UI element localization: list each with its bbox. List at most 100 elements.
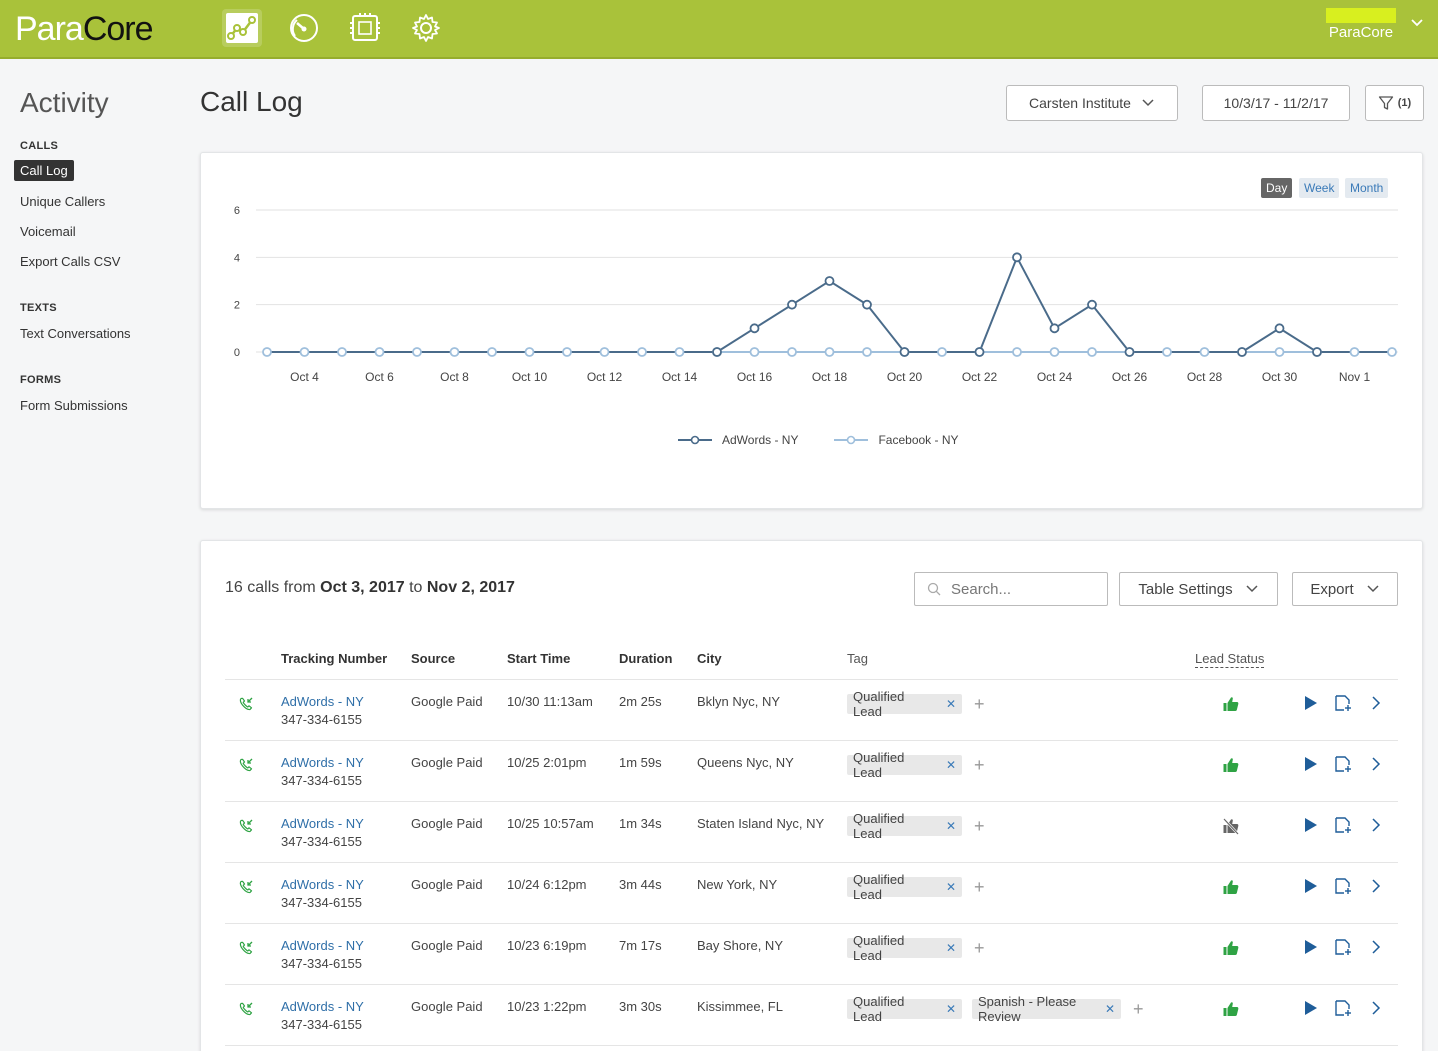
user-menu[interactable]: ParaCore xyxy=(1326,8,1396,41)
column-header-lead-status[interactable]: Lead Status xyxy=(1195,651,1265,668)
start-time-cell: 10/23 6:19pm xyxy=(507,938,587,953)
data-point-facebook xyxy=(374,347,385,357)
tag-chip: Qualified Lead ✕ xyxy=(847,933,962,963)
source-cell: Google Paid xyxy=(411,694,483,709)
data-point-facebook xyxy=(1012,347,1022,357)
data-point-facebook xyxy=(1049,347,1060,357)
add-note-icon[interactable] xyxy=(1333,937,1353,957)
chevron-right-icon[interactable] xyxy=(1368,755,1384,773)
add-note-icon[interactable] xyxy=(1333,815,1353,835)
remove-tag-icon[interactable]: ✕ xyxy=(946,1002,956,1016)
tracking-source-link[interactable]: AdWords - NY xyxy=(281,816,364,831)
search-field[interactable] xyxy=(914,572,1108,606)
x-tick-label: Oct 20 xyxy=(887,370,923,384)
thumbs-up-icon[interactable] xyxy=(1221,999,1241,1019)
call-volume-chart: 0 2 4 6 Oct 4 Oct 6 Oct 8 Oct 10 Oct 12 Oct 14 Oct… xyxy=(234,205,1398,384)
speedometer-icon xyxy=(290,14,318,42)
duration-cell: 3m 44s xyxy=(619,877,662,892)
add-tag-icon[interactable]: + xyxy=(1133,1000,1144,1018)
add-tag-icon[interactable]: + xyxy=(974,817,985,835)
add-note-icon[interactable] xyxy=(1333,998,1353,1018)
add-tag-icon[interactable]: + xyxy=(974,878,985,896)
x-tick-label: Oct 26 xyxy=(1112,370,1148,384)
add-note-icon[interactable] xyxy=(1333,754,1353,774)
data-point-facebook xyxy=(637,347,647,357)
tracking-source-link[interactable]: AdWords - NY xyxy=(281,694,364,709)
sidebar-item-text-conversations[interactable]: Text Conversations xyxy=(20,326,131,341)
play-recording-icon[interactable] xyxy=(1302,694,1320,712)
thumbs-up-icon[interactable] xyxy=(1221,694,1241,714)
chevron-right-icon[interactable] xyxy=(1368,816,1384,834)
tracking-number: 347-334-6155 xyxy=(281,712,362,727)
nav-integrations-button[interactable] xyxy=(345,9,385,47)
export-button[interactable]: Export xyxy=(1292,572,1398,606)
remove-tag-icon[interactable]: ✕ xyxy=(946,819,956,833)
nav-analytics-button[interactable] xyxy=(222,9,262,47)
sidebar-item-unique-callers[interactable]: Unique Callers xyxy=(20,194,105,209)
add-note-icon[interactable] xyxy=(1333,693,1353,713)
thumbs-up-icon[interactable] xyxy=(1221,877,1241,897)
sidebar-item-export-calls-csv[interactable]: Export Calls CSV xyxy=(20,254,120,269)
chevron-right-icon[interactable] xyxy=(1368,877,1384,895)
column-header-source[interactable]: Source xyxy=(411,651,455,666)
thumbs-up-icon[interactable] xyxy=(1221,938,1241,958)
play-recording-icon[interactable] xyxy=(1302,755,1320,773)
nav-dashboard-button[interactable] xyxy=(284,9,324,47)
sidebar-item-voicemail[interactable]: Voicemail xyxy=(20,224,76,239)
tracking-source-link[interactable]: AdWords - NY xyxy=(281,999,364,1014)
table-settings-button[interactable]: Table Settings xyxy=(1119,572,1278,606)
sidebar-item-call-log[interactable]: Call Log xyxy=(14,160,74,181)
chevron-right-icon[interactable] xyxy=(1368,694,1384,712)
tag-label: Qualified Lead xyxy=(853,933,905,963)
column-header-tracking-number[interactable]: Tracking Number xyxy=(281,651,387,666)
remove-tag-icon[interactable]: ✕ xyxy=(946,758,956,772)
tracking-source-link[interactable]: AdWords - NY xyxy=(281,938,364,953)
table-divider xyxy=(225,984,1398,985)
data-point-facebook xyxy=(337,347,347,357)
column-header-duration[interactable]: Duration xyxy=(619,651,672,666)
chevron-right-icon[interactable] xyxy=(1368,938,1384,956)
play-recording-icon[interactable] xyxy=(1302,877,1320,895)
data-point-facebook xyxy=(1349,347,1360,357)
column-header-city[interactable]: City xyxy=(697,651,722,666)
chevron-down-icon[interactable] xyxy=(1410,18,1424,28)
remove-tag-icon[interactable]: ✕ xyxy=(946,697,956,711)
chevron-right-icon[interactable] xyxy=(1368,999,1384,1017)
table-divider xyxy=(225,801,1398,802)
column-header-start-time[interactable]: Start Time xyxy=(507,651,570,666)
gear-icon xyxy=(412,14,440,42)
play-recording-icon[interactable] xyxy=(1302,816,1320,834)
account-select-value: Carsten Institute xyxy=(1029,95,1131,111)
thumbs-up-icon[interactable] xyxy=(1221,755,1241,775)
paracore-logo[interactable]: ParaCore xyxy=(15,10,154,49)
add-tag-icon[interactable]: + xyxy=(974,939,985,957)
account-select[interactable]: Carsten Institute xyxy=(1006,85,1178,121)
sidebar-item-form-submissions[interactable]: Form Submissions xyxy=(20,398,128,413)
remove-tag-icon[interactable]: ✕ xyxy=(1105,1002,1115,1016)
date-range-picker[interactable]: 10/3/17 - 11/2/17 xyxy=(1202,85,1350,121)
summary-prefix: 16 calls from xyxy=(225,579,321,596)
nav-settings-button[interactable] xyxy=(406,9,446,47)
tracking-source-link[interactable]: AdWords - NY xyxy=(281,755,364,770)
column-header-tag: Tag xyxy=(847,651,868,666)
add-tag-icon[interactable]: + xyxy=(974,695,985,713)
table-divider xyxy=(225,923,1398,924)
tag-chip: Qualified Lead ✕ xyxy=(847,872,962,902)
play-recording-icon[interactable] xyxy=(1302,999,1320,1017)
play-recording-icon[interactable] xyxy=(1302,938,1320,956)
data-point-facebook xyxy=(824,347,835,357)
remove-tag-icon[interactable]: ✕ xyxy=(946,941,956,955)
lead-not-rated-icon[interactable] xyxy=(1221,816,1241,836)
source-cell: Google Paid xyxy=(411,938,483,953)
data-point-facebook xyxy=(862,347,872,357)
tracking-source-link[interactable]: AdWords - NY xyxy=(281,877,364,892)
tag-chip: Qualified Lead ✕ xyxy=(847,811,962,841)
add-note-icon[interactable] xyxy=(1333,876,1353,896)
search-input[interactable] xyxy=(951,580,1101,598)
remove-tag-icon[interactable]: ✕ xyxy=(946,880,956,894)
data-point-facebook xyxy=(749,347,760,357)
x-tick-label: Oct 4 xyxy=(290,370,319,384)
data-point-facebook xyxy=(562,347,572,357)
add-tag-icon[interactable]: + xyxy=(974,756,985,774)
filter-button[interactable]: (1) xyxy=(1365,85,1424,121)
